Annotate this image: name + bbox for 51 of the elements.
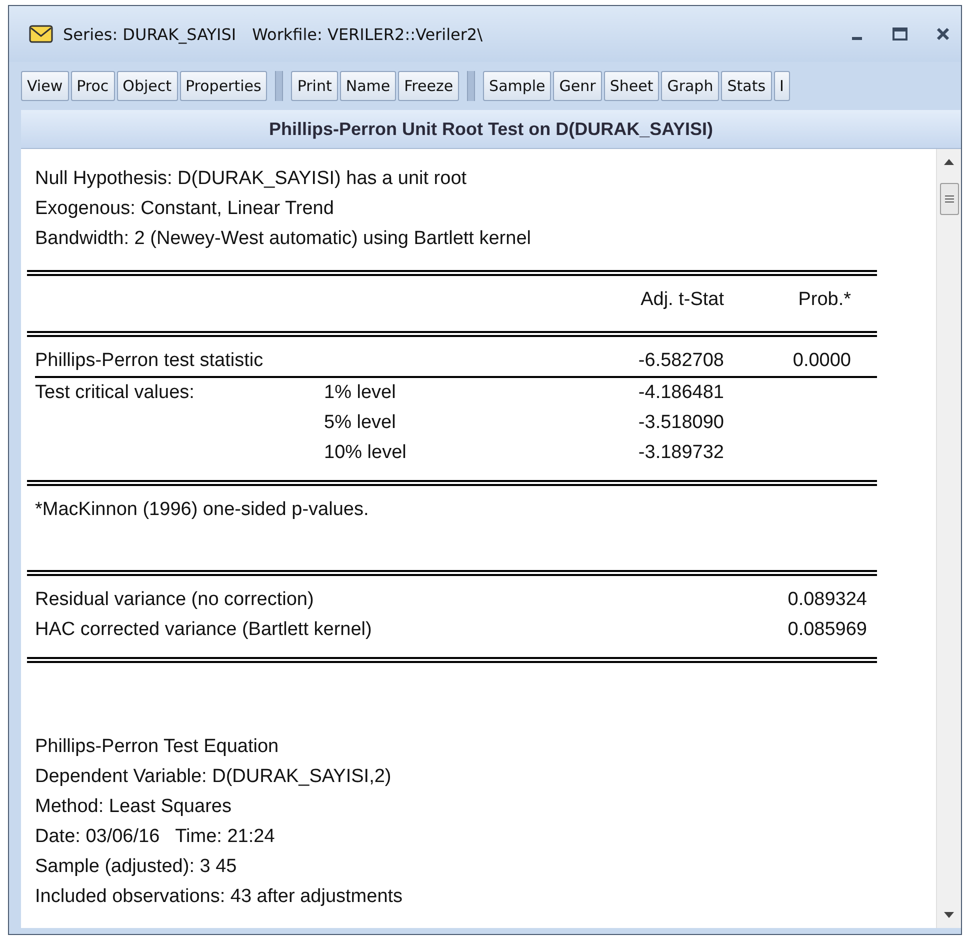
toolbar-separator — [275, 71, 284, 101]
toolbar-button[interactable]: Print — [291, 71, 338, 101]
toolbar-button[interactable]: Stats — [721, 71, 772, 101]
text-line: Method: Least Squares — [34, 795, 232, 819]
text-line: Included observations: 43 after adjustments — [34, 885, 404, 909]
toolbar-button[interactable]: Freeze — [398, 71, 460, 101]
table-cell-text: -3.189732 — [637, 441, 724, 465]
scroll-thumb[interactable] — [940, 183, 958, 215]
scroll-down-arrow[interactable] — [944, 912, 954, 918]
scroll-up-arrow[interactable] — [944, 159, 954, 165]
table-cell-text: 0.0000 — [792, 349, 851, 373]
table-cell-text: 0.085969 — [788, 618, 867, 642]
toolbar-button[interactable]: Sample — [483, 71, 552, 101]
table-cell-text: -6.582708 — [637, 349, 724, 373]
row-label: Test critical values: — [34, 381, 196, 405]
row-label: Phillips-Perron test statistic — [35, 349, 264, 373]
text-line: Null Hypothesis: D(DURAK_SAYISI) has a unit root — [34, 167, 468, 191]
toolbar-separator — [467, 71, 476, 101]
close-icon[interactable] — [936, 27, 950, 41]
level-label: 5% level — [324, 411, 397, 435]
window-title: Series: DURAK_SAYISI — [63, 24, 236, 44]
table-cell-text: -3.518090 — [637, 411, 724, 435]
text-line: Dependent Variable: D(DURAK_SAYISI,2) — [34, 765, 392, 789]
text-line: Sample (adjusted): 3 45 — [34, 855, 238, 879]
footnote: *MacKinnon (1996) one-sided p-values. — [34, 498, 370, 522]
column-header: Prob.* — [797, 288, 851, 312]
toolbar-button[interactable]: Genr — [553, 71, 602, 101]
scrollbar[interactable] — [936, 149, 961, 928]
text-line: Bandwidth: 2 (Newey-West automatic) using Bartlett kernel — [34, 227, 532, 251]
table-cell-text: -4.186481 — [637, 381, 724, 405]
toolbar-button[interactable]: Object — [116, 71, 178, 101]
envelope-icon — [29, 25, 53, 43]
row-label: HAC corrected variance (Bartlett kernel) — [35, 618, 372, 642]
report-title: Phillips-Perron Unit Root Test on D(DURAK_SAYISI) — [21, 110, 961, 149]
toolbar-button[interactable]: Graph — [661, 71, 720, 101]
toolbar-button[interactable]: I — [774, 71, 790, 101]
column-header: Adj. t-Stat — [640, 288, 724, 312]
row-label: Residual variance (no correction) — [35, 588, 314, 612]
toolbar-button[interactable]: Properties — [180, 71, 268, 101]
text-line: Exogenous: Constant, Linear Trend — [34, 197, 335, 221]
text-line: Date: 03/06/16 Time: 21:24 — [34, 825, 276, 849]
toolbar-button[interactable]: View — [21, 71, 69, 101]
table-cell-text: 0.089324 — [788, 588, 867, 612]
level-label: 1% level — [324, 381, 397, 405]
toolbar-button[interactable]: Sheet — [604, 71, 660, 101]
workfile-label: Workfile: VERILER2::Veriler2\ — [252, 24, 482, 44]
toolbar-button[interactable]: Proc — [70, 71, 115, 101]
level-label: 10% level — [324, 441, 408, 465]
toolbar-button[interactable]: Name — [340, 71, 396, 101]
text-line: Phillips-Perron Test Equation — [34, 735, 280, 759]
maximize-icon[interactable] — [892, 27, 908, 41]
